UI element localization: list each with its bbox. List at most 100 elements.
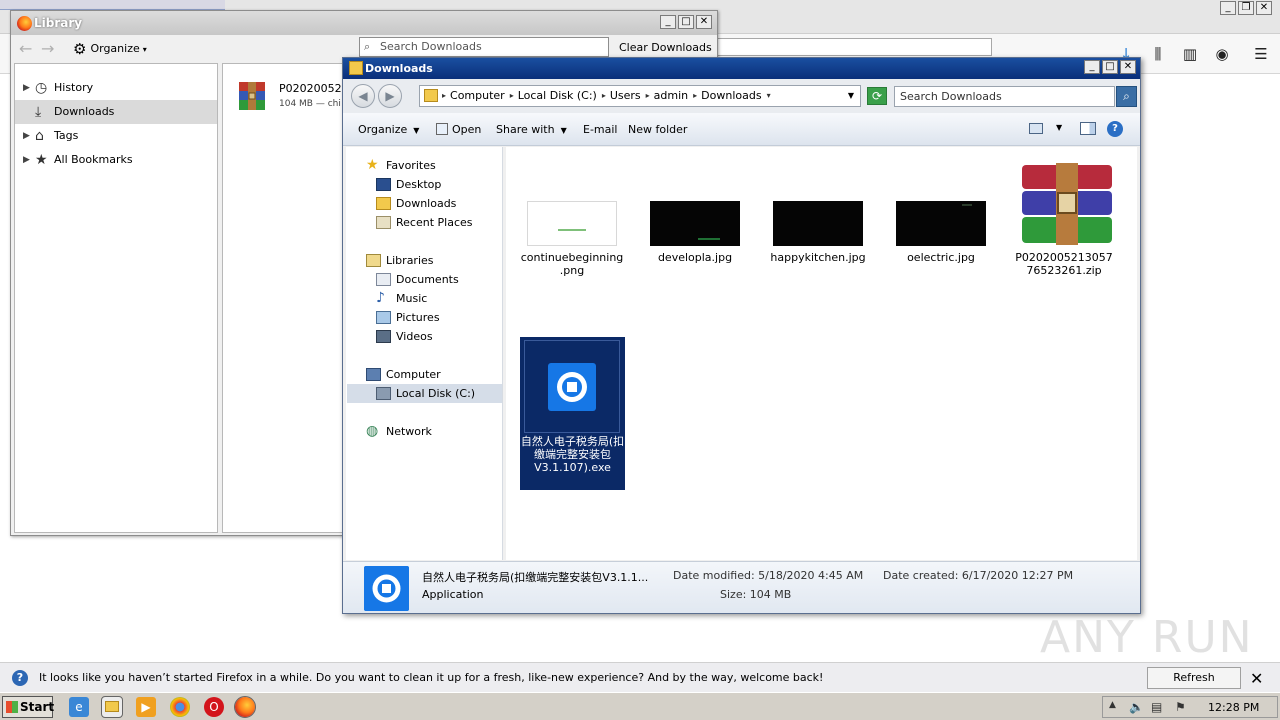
- clear-downloads-button[interactable]: Clear Downloads: [619, 41, 712, 54]
- start-button[interactable]: Start: [2, 696, 55, 718]
- folder-icon: [349, 61, 363, 75]
- minimize-icon[interactable]: _: [1084, 60, 1100, 74]
- download-icon: ⤓: [35, 104, 42, 120]
- new-folder-button[interactable]: New folder: [628, 123, 687, 136]
- refresh-firefox-button[interactable]: Refresh Firefox…: [1147, 667, 1241, 704]
- breadcrumb-separator-icon[interactable]: ▸: [442, 86, 450, 106]
- chrome-icon[interactable]: [170, 697, 190, 717]
- file-name: happykitchen.jpg: [770, 251, 866, 264]
- search-icon: ⌕: [364, 40, 371, 53]
- explorer-title: Downloads: [365, 62, 433, 75]
- file-item[interactable]: happykitchen.jpg: [766, 161, 870, 281]
- internet-explorer-icon[interactable]: e: [69, 697, 89, 717]
- close-icon[interactable]: ✕: [1250, 669, 1263, 688]
- breadcrumb-computer[interactable]: Computer: [450, 86, 510, 106]
- organize-label: Organize: [90, 42, 140, 55]
- sidebar-item-label: Downloads: [54, 105, 115, 118]
- sidebar-item-tags[interactable]: ▶ ⌂ Tags: [15, 124, 217, 148]
- url-bar[interactable]: [712, 38, 992, 56]
- account-icon[interactable]: ◉: [1212, 44, 1232, 64]
- forward-button[interactable]: ▶: [378, 84, 402, 108]
- tray-expand-icon[interactable]: ▲: [1109, 700, 1116, 710]
- file-item[interactable]: developla.jpg: [643, 161, 747, 281]
- email-button[interactable]: E-mail: [583, 123, 618, 136]
- restore-icon[interactable]: ❐: [1238, 1, 1254, 15]
- maximize-icon[interactable]: □: [1102, 60, 1118, 74]
- file-name: oelectric.jpg: [907, 251, 975, 264]
- sidebar-icon[interactable]: ▥: [1180, 44, 1200, 64]
- share-label: Share with: [496, 123, 555, 136]
- minimize-icon[interactable]: _: [1220, 1, 1236, 15]
- breadcrumb-users[interactable]: Users: [610, 86, 646, 106]
- desktop-icon: [376, 178, 391, 191]
- network-icon: ◍: [366, 423, 379, 439]
- nav-local-disk[interactable]: Local Disk (C:): [347, 384, 502, 403]
- breadcrumb-separator-icon[interactable]: ▸: [646, 86, 654, 106]
- share-with-button[interactable]: Share with ▼: [496, 123, 567, 136]
- network-status-icon[interactable]: ▤: [1151, 700, 1162, 714]
- views-icon[interactable]: [1029, 123, 1043, 134]
- breadcrumb-separator-icon[interactable]: ▾: [767, 86, 775, 106]
- media-player-icon[interactable]: ▶: [136, 697, 156, 717]
- breadcrumb-separator-icon[interactable]: ▸: [693, 86, 701, 106]
- minimize-icon[interactable]: _: [660, 15, 676, 29]
- library-icon[interactable]: ⫼: [1148, 44, 1168, 64]
- action-center-flag-icon[interactable]: ⚑: [1175, 700, 1186, 714]
- nav-label: Downloads: [396, 197, 457, 210]
- file-item[interactable]: P020200521305776523261.zip: [1012, 161, 1116, 281]
- explorer-search-input[interactable]: Search Downloads: [894, 86, 1115, 107]
- open-button[interactable]: Open: [436, 123, 481, 136]
- breadcrumb-local-disk[interactable]: Local Disk (C:): [518, 86, 602, 106]
- refresh-button[interactable]: ⟳: [867, 87, 887, 105]
- search-icon[interactable]: ⌕: [1116, 86, 1137, 107]
- file-item[interactable]: continuebeginning.png: [520, 161, 624, 281]
- back-button[interactable]: ◀: [351, 84, 375, 108]
- breadcrumb-separator-icon[interactable]: ▸: [602, 86, 610, 106]
- address-row: ◀ ▶ ▸ Computer ▸ Local Disk (C:) ▸ Users…: [343, 79, 1140, 113]
- back-arrow-icon[interactable]: ←: [19, 39, 32, 58]
- expand-arrow-icon[interactable]: ▶: [23, 76, 30, 100]
- navigation-pane: ★ Favorites Desktop Downloads Recent Pla…: [346, 147, 503, 560]
- organize-menu[interactable]: ⚙ Organize ▾: [73, 40, 147, 58]
- sidebar-item-history[interactable]: ▶ ◷ History: [15, 76, 217, 100]
- volume-icon[interactable]: 🔈: [1129, 700, 1144, 714]
- firefox-taskbar-icon[interactable]: [234, 696, 256, 718]
- organize-button[interactable]: Organize ▼: [358, 123, 419, 136]
- firefox-logo-icon: [17, 16, 32, 31]
- breadcrumb-downloads[interactable]: Downloads: [701, 86, 766, 106]
- breadcrumb: ▸ Computer ▸ Local Disk (C:) ▸ Users ▸ a…: [442, 86, 775, 106]
- file-item[interactable]: oelectric.jpg: [889, 161, 993, 281]
- breadcrumb-separator-icon[interactable]: ▸: [510, 86, 518, 106]
- details-pane: 自然人电子税务局(扣缴端完整安装包V3.1.1... Application D…: [343, 561, 1140, 613]
- breadcrumb-admin[interactable]: admin: [654, 86, 693, 106]
- opera-icon[interactable]: O: [204, 697, 224, 717]
- menu-icon[interactable]: ☰: [1251, 44, 1271, 64]
- image-thumbnail: [527, 201, 617, 246]
- open-label: Open: [452, 123, 482, 136]
- firefox-tab-strip[interactable]: [0, 0, 225, 10]
- sidebar-item-label: Tags: [54, 129, 79, 142]
- close-icon[interactable]: ✕: [1120, 60, 1136, 74]
- chevron-down-icon[interactable]: ▼: [1056, 123, 1062, 132]
- sidebar-item-downloads[interactable]: ⤓ Downloads: [15, 100, 217, 124]
- file-name: developla.jpg: [657, 251, 733, 264]
- expand-arrow-icon[interactable]: ▶: [23, 124, 30, 148]
- nav-label: Pictures: [396, 311, 440, 324]
- sidebar-item-all-bookmarks[interactable]: ▶ ★ All Bookmarks: [15, 148, 217, 172]
- help-icon[interactable]: ?: [1107, 121, 1123, 137]
- image-thumbnail: [896, 201, 986, 246]
- address-bar[interactable]: ▸ Computer ▸ Local Disk (C:) ▸ Users ▸ a…: [419, 85, 861, 107]
- chevron-down-icon[interactable]: ▼: [848, 86, 854, 106]
- expand-arrow-icon[interactable]: ▶: [23, 148, 30, 172]
- close-icon[interactable]: ✕: [1256, 1, 1272, 15]
- library-search-input[interactable]: ⌕ Search Downloads: [359, 37, 609, 57]
- start-label: Start: [20, 700, 55, 714]
- preview-pane-icon[interactable]: [1080, 122, 1096, 135]
- clock[interactable]: 12:28 PM: [1208, 701, 1259, 714]
- forward-arrow-icon[interactable]: →: [41, 39, 54, 58]
- maximize-icon[interactable]: □: [678, 15, 694, 29]
- file-item-selected[interactable]: 自然人电子税务局(扣缴端完整安装包V3.1.107).exe: [520, 337, 625, 490]
- explorer-taskbar-icon[interactable]: [101, 696, 123, 718]
- close-icon[interactable]: ✕: [696, 15, 712, 29]
- nav-label: Music: [396, 292, 428, 305]
